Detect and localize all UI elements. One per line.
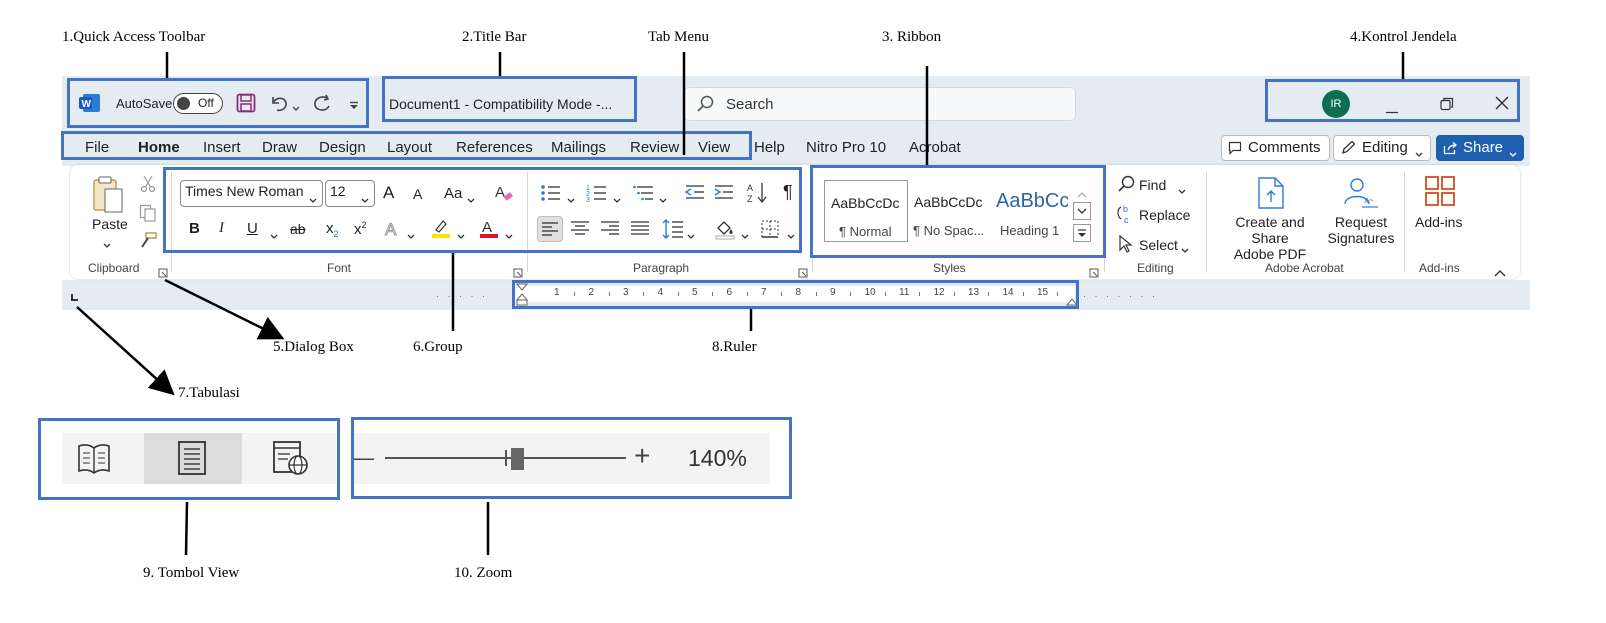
search-placeholder: Search	[726, 96, 774, 113]
annotation-group: 6.Group	[413, 339, 463, 355]
tab-help[interactable]: Help	[754, 139, 785, 156]
dialog-launcher-icon[interactable]	[158, 265, 168, 283]
svg-text:x~: x~	[1364, 195, 1374, 205]
comment-icon	[1228, 141, 1242, 159]
svg-text:b: b	[1123, 204, 1128, 214]
comments-button[interactable]: Comments	[1221, 135, 1330, 161]
add-ins-button[interactable]: Add-ins	[1415, 214, 1462, 230]
window-controls-highlight	[1265, 79, 1520, 122]
annotation-view-buttons: 9. Tombol View	[143, 565, 240, 581]
title-highlight	[382, 76, 637, 122]
tab-nitro[interactable]: Nitro Pro 10	[806, 139, 886, 156]
annotation-dialog-box: 5.Dialog Box	[273, 339, 354, 355]
request-line1: Request	[1334, 214, 1388, 230]
format-painter-icon[interactable]	[139, 232, 157, 255]
search-icon	[696, 95, 714, 118]
chevron-down-icon[interactable]	[1178, 182, 1186, 200]
ruler-highlight	[512, 280, 1079, 309]
create-pdf-line1: Create and Share	[1235, 214, 1305, 246]
ruler-margin-left: · · · · ·	[436, 291, 488, 301]
comments-label: Comments	[1248, 139, 1321, 156]
paste-dropdown-icon[interactable]	[103, 236, 111, 254]
annotation-ribbon: 3. Ribbon	[882, 29, 942, 45]
group-font-label: Font	[327, 261, 352, 275]
chevron-down-icon[interactable]	[1181, 241, 1189, 259]
request-line2: Signatures	[1327, 230, 1395, 246]
group-clipboard-label: Clipboard	[88, 261, 140, 275]
share-label: Share	[1463, 139, 1504, 156]
tab-selector-icon[interactable]	[70, 290, 80, 308]
search-box[interactable]: Search	[684, 87, 1076, 121]
annotation-tab-menu: Tab Menu	[648, 29, 710, 45]
create-pdf-button[interactable]: Create and Share Adobe PDF	[1218, 214, 1322, 262]
paste-label[interactable]: Paste	[92, 216, 128, 232]
tab-acrobat[interactable]: Acrobat	[909, 139, 961, 156]
paste-icon[interactable]	[91, 175, 125, 220]
chevron-down-icon	[1415, 145, 1423, 162]
group-add-ins-label: Add-ins	[1419, 261, 1460, 275]
editing-label: Editing	[1362, 139, 1408, 156]
replace-icon[interactable]: bc	[1116, 204, 1136, 229]
group-paragraph-label: Paragraph	[633, 261, 690, 275]
group-adobe-acrobat-label: Adobe Acrobat	[1265, 261, 1344, 275]
tab-menu-highlight	[61, 131, 752, 160]
annotation-title-bar: 2.Title Bar	[462, 29, 527, 45]
request-signatures-button[interactable]: Request Signatures	[1327, 214, 1395, 246]
find-icon[interactable]	[1117, 175, 1135, 198]
group-editing-label: Editing	[1137, 261, 1174, 275]
zoom-highlight	[351, 417, 792, 499]
ribbon-highlight	[810, 165, 1106, 258]
select-label[interactable]: Select	[1139, 237, 1178, 253]
select-cursor-icon[interactable]	[1118, 234, 1134, 258]
collapse-ribbon-icon[interactable]	[1494, 264, 1506, 282]
pencil-icon	[1340, 140, 1356, 160]
divider	[1404, 172, 1405, 272]
share-button[interactable]: Share	[1436, 135, 1525, 162]
request-signature-icon[interactable]: x~	[1342, 176, 1380, 215]
cut-icon[interactable]	[140, 175, 156, 198]
ruler-margin-right: · · · · · · ·	[1083, 291, 1158, 301]
group-styles-label: Styles	[933, 261, 966, 275]
create-pdf-line2: Adobe PDF	[1233, 246, 1307, 262]
share-icon	[1443, 141, 1458, 159]
editing-mode-button[interactable]: Editing	[1333, 135, 1431, 161]
annotation-ruler: 8.Ruler	[712, 339, 757, 355]
group-highlight	[163, 167, 802, 253]
create-pdf-icon[interactable]	[1256, 176, 1286, 215]
annotation-qat: 1.Quick Access Toolbar	[62, 29, 206, 45]
dialog-launcher-icon[interactable]	[1089, 265, 1099, 283]
replace-label[interactable]: Replace	[1139, 207, 1190, 223]
divider	[1206, 172, 1207, 272]
chevron-down-icon	[1509, 145, 1517, 162]
annotation-window-controls: 4.Kontrol Jendela	[1350, 29, 1457, 45]
annotation-zoom: 10. Zoom	[454, 565, 513, 581]
svg-text:c: c	[1124, 215, 1129, 224]
view-buttons-highlight	[38, 418, 340, 500]
annotation-tabulasi: 7.Tabulasi	[178, 385, 240, 401]
qat-highlight	[67, 78, 369, 128]
add-ins-icon[interactable]	[1424, 175, 1456, 212]
find-label[interactable]: Find	[1139, 177, 1166, 193]
copy-icon[interactable]	[139, 204, 157, 227]
